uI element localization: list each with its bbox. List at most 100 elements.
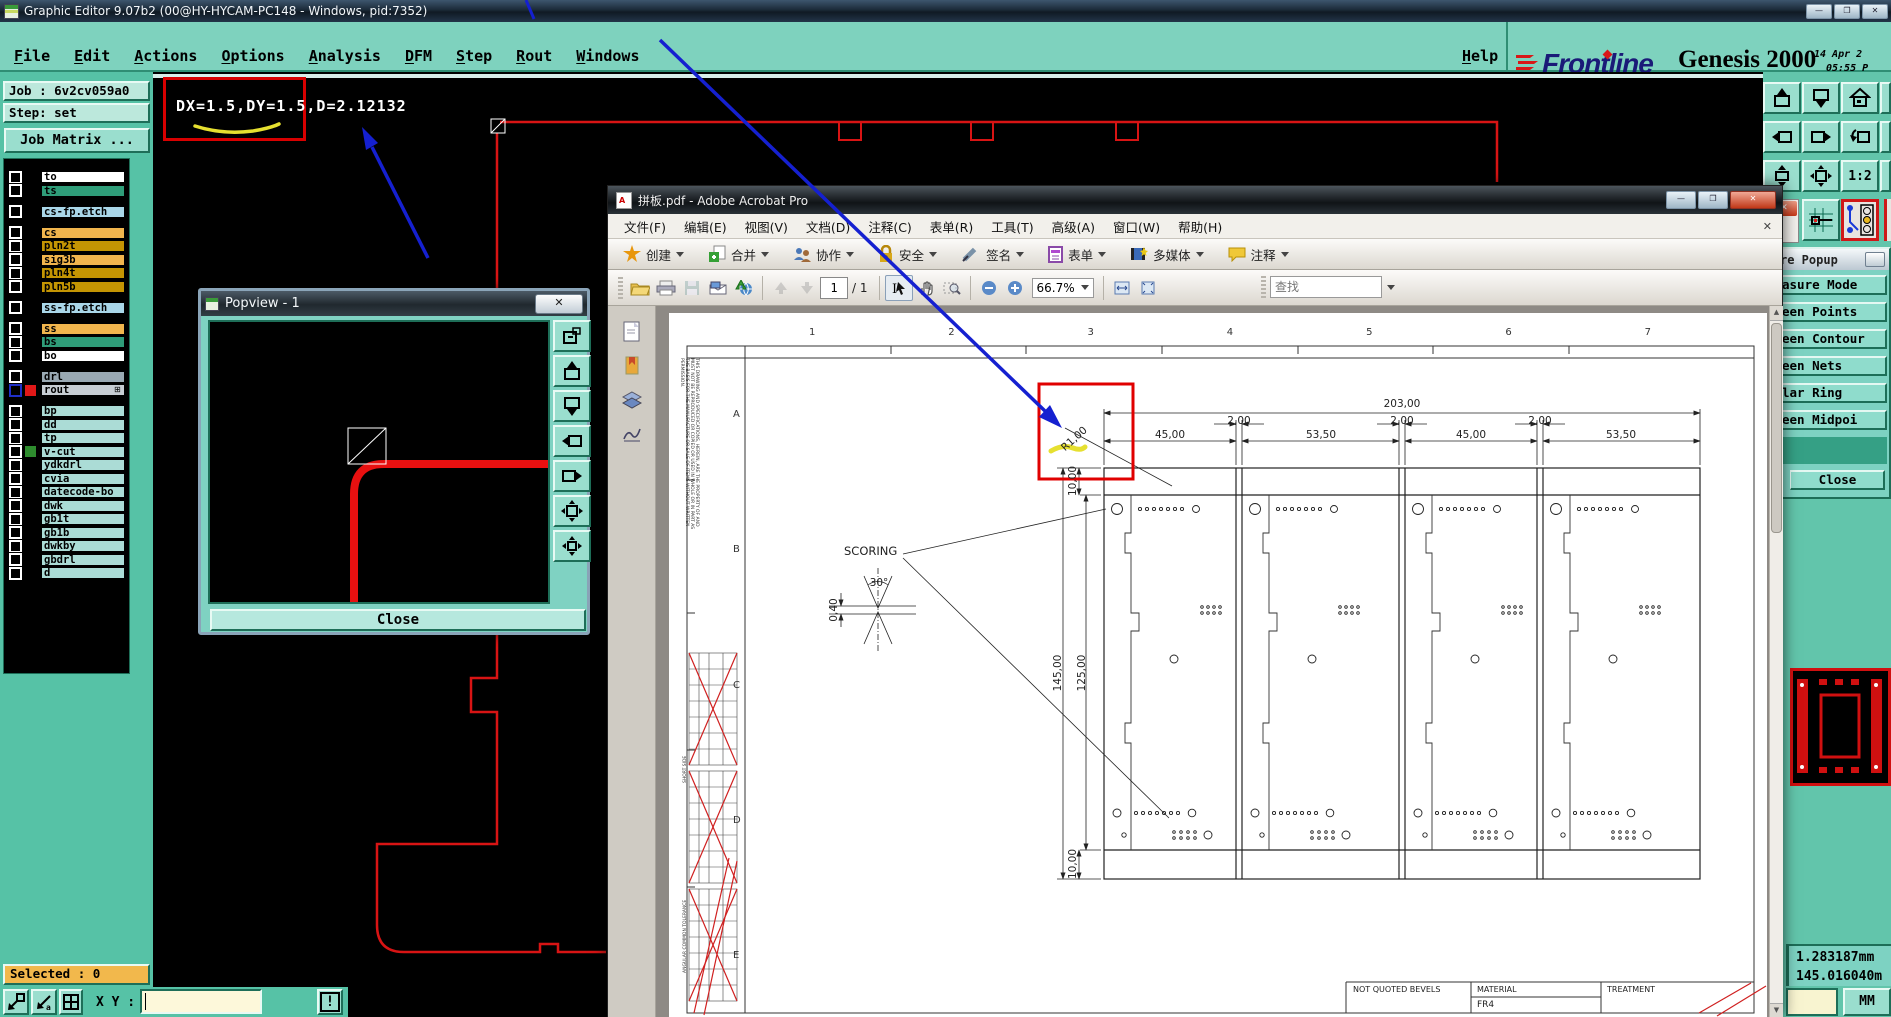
layer-row[interactable]: cs-fp.etch <box>4 204 129 219</box>
menu-help[interactable]: Help <box>1462 47 1498 65</box>
comment-button[interactable]: 注释 <box>1223 242 1294 267</box>
fit-width-button[interactable] <box>1109 276 1135 300</box>
email-button[interactable] <box>705 276 731 300</box>
layer-row[interactable]: rout ⊞ <box>4 382 129 398</box>
layer-row[interactable]: ts <box>4 183 129 198</box>
layer-row[interactable]: tp <box>4 430 129 446</box>
grid-toggle-button[interactable] <box>59 989 83 1015</box>
layer-row[interactable]: dwk <box>4 498 129 513</box>
upload-document-button[interactable] <box>731 276 757 300</box>
layer-name[interactable]: rout <box>41 384 125 396</box>
layer-row[interactable]: v-cut <box>4 444 129 459</box>
layer-name[interactable]: drl <box>41 370 125 383</box>
layer-name[interactable]: dd <box>41 418 125 431</box>
document-close-icon[interactable]: ✕ <box>1763 220 1772 233</box>
layer-visibility-checkbox[interactable] <box>8 321 23 336</box>
partial-button-3[interactable] <box>1880 160 1891 192</box>
popview-center-button[interactable] <box>553 530 591 562</box>
pan-left-button[interactable] <box>1763 121 1801 153</box>
layer-row[interactable]: bp <box>4 403 129 419</box>
menu-analysis[interactable]: Analysis <box>309 47 381 65</box>
netlist-button[interactable] <box>1841 199 1879 241</box>
layer-name[interactable]: ss-fp.etch <box>41 301 125 314</box>
popview-zoom-in-button[interactable] <box>553 355 591 387</box>
layer-visibility-checkbox[interactable] <box>8 538 23 554</box>
layer-visibility-checkbox[interactable] <box>8 525 23 540</box>
partial-button-2[interactable] <box>1880 121 1891 153</box>
layer-visibility-checkbox[interactable] <box>8 300 23 315</box>
layer-row[interactable]: pln2t <box>4 238 129 254</box>
create-button[interactable]: 创建 <box>618 242 689 267</box>
units-button[interactable]: MM <box>1843 988 1891 1016</box>
layer-visibility-checkbox[interactable] <box>8 417 23 432</box>
measure-popup-item[interactable]: asure Mode <box>1780 275 1887 295</box>
layer-name[interactable]: pln5b <box>41 280 125 293</box>
popview-close-button[interactable]: Close <box>210 609 586 631</box>
snap-tool-button[interactable]: a <box>31 989 57 1015</box>
layer-row[interactable]: sig3b <box>4 252 129 267</box>
multimedia-button[interactable]: 多媒体 <box>1125 242 1209 267</box>
acrobat-menu-help[interactable]: 帮助(H) <box>1178 217 1222 236</box>
next-page-button[interactable] <box>794 276 820 300</box>
layer-name[interactable]: pln2t <box>41 240 125 252</box>
acrobat-menu-tools[interactable]: 工具(T) <box>991 217 1033 236</box>
layer-row[interactable]: datecode-bo <box>4 484 129 500</box>
measure-popup-close-button[interactable]: Close <box>1790 470 1885 490</box>
layer-row[interactable]: dd <box>4 417 129 432</box>
layer-name[interactable]: gbdrl <box>41 553 125 566</box>
popview-close-icon[interactable]: ✕ <box>535 293 583 314</box>
layer-name[interactable]: ss <box>41 322 125 335</box>
layer-visibility-checkbox[interactable] <box>8 279 23 294</box>
layer-visibility-checkbox[interactable] <box>8 565 23 581</box>
layer-row[interactable]: drl <box>4 369 129 384</box>
acrobat-menu-view[interactable]: 视图(V) <box>745 217 788 236</box>
layer-visibility-checkbox[interactable] <box>8 225 23 240</box>
select-tool-button[interactable]: I <box>884 274 913 301</box>
layer-visibility-checkbox[interactable] <box>8 265 23 281</box>
layer-name[interactable]: dwk <box>41 499 125 512</box>
pdf-page[interactable]: 1 2 3 4 5 6 7 A B C D E 203,00 45,00 2,00 53,50 2,… <box>669 313 1767 1017</box>
layer-name[interactable]: bo <box>41 349 125 362</box>
measure-popup-box-icon[interactable] <box>1865 252 1885 267</box>
layer-visibility-checkbox[interactable] <box>8 334 23 350</box>
layer-row[interactable]: pln5b <box>4 279 129 294</box>
document-area[interactable]: 1 2 3 4 5 6 7 A B C D E 203,00 45,00 2,00 53,50 2,… <box>656 306 1769 1017</box>
close-button[interactable]: ✕ <box>1862 3 1888 19</box>
layer-visibility-checkbox[interactable] <box>8 252 23 267</box>
zoom-ratio-button[interactable]: 1:2 <box>1841 160 1879 192</box>
menu-step[interactable]: Step <box>456 47 492 65</box>
minimize-button[interactable]: — <box>1806 3 1832 19</box>
layer-row[interactable]: gbdrl <box>4 552 129 567</box>
layer-visibility-checkbox[interactable] <box>8 348 23 363</box>
measure-popup-titlebar[interactable]: re Popup <box>1780 249 1889 270</box>
restore-button[interactable]: ❐ <box>1834 3 1860 19</box>
signatures-panel-icon[interactable] <box>619 422 645 446</box>
layer-row[interactable]: gb1b <box>4 525 129 540</box>
layer-visibility-checkbox[interactable] <box>8 444 23 459</box>
measure-popup-item[interactable]: een Midpoi <box>1780 410 1887 430</box>
measure-popup-item[interactable]: lar Ring <box>1780 383 1887 403</box>
menu-edit[interactable]: Edit <box>74 47 110 65</box>
layer-row[interactable]: cvia <box>4 471 129 486</box>
page-number-input[interactable] <box>820 276 848 299</box>
layer-name[interactable]: to <box>41 171 125 183</box>
measure-popup-item[interactable]: een Contour <box>1780 329 1887 349</box>
layer-name[interactable]: bp <box>41 405 125 417</box>
popview-pan-left-button[interactable] <box>553 425 591 457</box>
fit-page-button[interactable] <box>1135 276 1161 300</box>
layer-visibility-checkbox[interactable] <box>8 369 23 384</box>
layer-name[interactable]: ts <box>41 184 125 197</box>
acrobat-menu-document[interactable]: 文档(D) <box>806 217 850 236</box>
vertical-scrollbar[interactable]: ▲ ▼ <box>1769 306 1783 1017</box>
measure-popup-item[interactable]: een Points <box>1780 302 1887 322</box>
layer-visibility-checkbox[interactable] <box>8 552 23 567</box>
previous-view-button[interactable] <box>1841 121 1879 153</box>
component-preview-tile[interactable] <box>1790 668 1891 786</box>
acrobat-minimize-button[interactable]: — <box>1666 191 1696 209</box>
menu-options[interactable]: Options <box>221 47 284 65</box>
layer-name[interactable]: datecode-bo <box>41 486 125 498</box>
popview-canvas[interactable] <box>208 320 550 604</box>
job-matrix-button[interactable]: Job Matrix ... <box>4 128 150 153</box>
marquee-zoom-button[interactable] <box>939 276 965 300</box>
layer-row[interactable]: bo <box>4 348 129 363</box>
